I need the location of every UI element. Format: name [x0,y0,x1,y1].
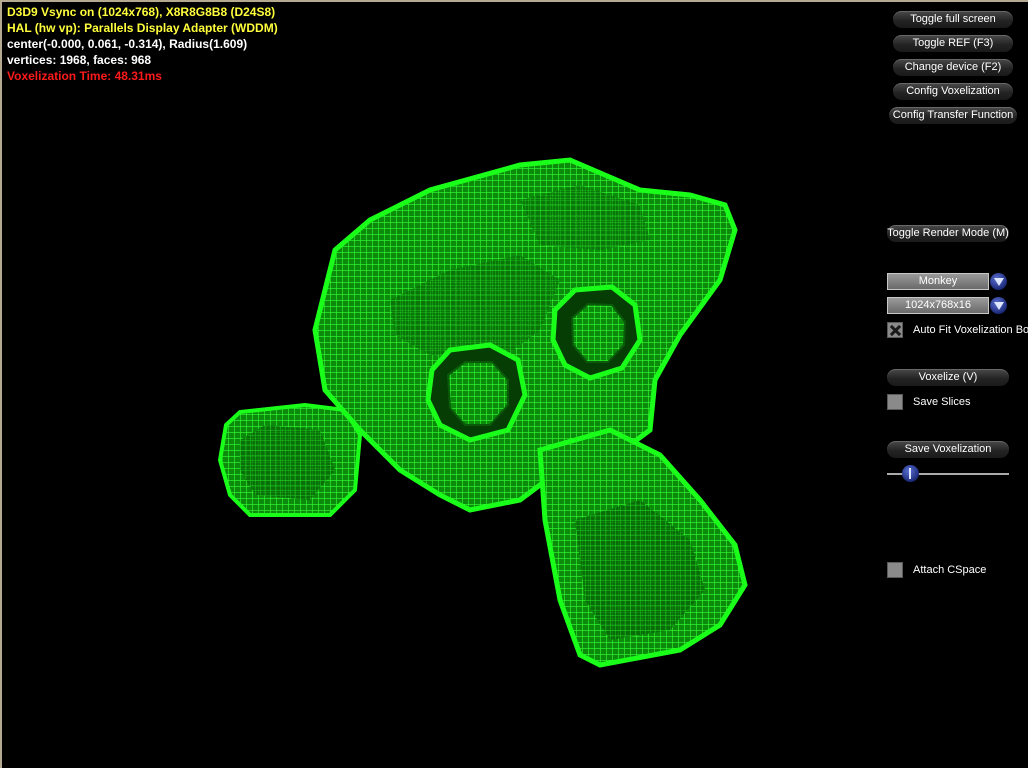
auto-fit-label: Auto Fit Voxelization Bo [913,324,1028,336]
auto-fit-checkbox[interactable] [887,322,903,338]
voxel-slider-thumb[interactable] [902,465,919,482]
model-center-radius: center(-0.000, 0.061, -0.314), Radius(1.… [7,37,248,51]
voxel-monkey-model [217,157,748,668]
attach-cspace-checkbox[interactable] [887,562,903,578]
change-device-button[interactable]: Change device (F2) [893,59,1013,76]
save-voxelization-button[interactable]: Save Voxelization [887,441,1009,458]
voxelize-button[interactable]: Voxelize (V) [887,369,1009,386]
config-voxelization-button[interactable]: Config Voxelization [893,83,1013,100]
toggle-render-mode-button[interactable]: Toggle Render Mode (M) [887,225,1009,242]
toggle-ref-button[interactable]: Toggle REF (F3) [893,35,1013,52]
left-eye-socket [425,342,528,443]
save-slices-label: Save Slices [913,396,971,408]
stats-overlay: D3D9 Vsync on (1024x768), X8R8G8B8 (D24S… [7,4,278,84]
model-select[interactable]: Monkey [887,273,989,290]
toggle-full-screen-button[interactable]: Toggle full screen [893,11,1013,28]
resolution-select[interactable]: 1024x768x16 [887,297,989,314]
voxelization-time: Voxelization Time: 48.31ms [7,69,162,83]
attach-cspace-label: Attach CSpace [913,564,987,576]
chevron-down-icon[interactable] [990,297,1007,314]
model-vertex-face-count: vertices: 1968, faces: 968 [7,53,152,67]
save-slices-checkbox[interactable] [887,394,903,410]
right-eye-socket [550,284,643,381]
voxel-render-viewport[interactable] [0,0,880,768]
adapter-stats-line: HAL (hw vp): Parallels Display Adapter (… [7,21,278,35]
chevron-down-icon[interactable] [990,273,1007,290]
config-transfer-function-button[interactable]: Config Transfer Function [889,107,1017,124]
device-stats-line: D3D9 Vsync on (1024x768), X8R8G8B8 (D24S… [7,5,276,19]
